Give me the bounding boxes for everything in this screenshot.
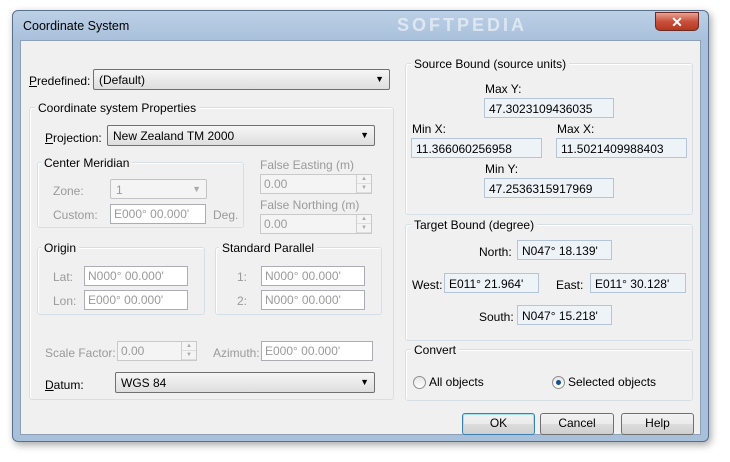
chevron-down-icon: ▼ [360, 130, 369, 140]
convert-title: Convert [411, 343, 460, 357]
lat-value: N000° 00.000' [88, 269, 164, 283]
parallel1-field[interactable]: N000° 00.000' [261, 266, 365, 286]
west-value: E011° 21.964' [449, 277, 524, 291]
azimuth-field[interactable]: E000° 00.000' [261, 341, 373, 361]
origin-title: Origin [41, 241, 80, 255]
radio-selected-icon [556, 380, 561, 385]
false-northing-value: 0.00 [264, 217, 288, 231]
lat-field[interactable]: N000° 00.000' [84, 266, 188, 286]
chevron-down-icon: ▼ [360, 377, 369, 387]
selected-objects-label[interactable]: Selected objects [568, 375, 656, 389]
lon-label: Lon: [53, 294, 77, 308]
projection-label: Projection: [45, 131, 102, 145]
min-y-label: Min Y: [485, 162, 519, 176]
east-field: E011° 30.128' [590, 273, 686, 293]
datum-label: Datum: [45, 378, 84, 392]
max-x-field: 11.5021409988403 [556, 138, 687, 158]
north-label: North: [479, 245, 512, 259]
custom-meridian-value: E000° 00.000' [114, 207, 190, 221]
false-easting-label: False Easting (m) [260, 158, 355, 172]
watermark: SOFTPEDIA [397, 15, 528, 35]
center-meridian-title: Center Meridian [41, 156, 133, 170]
false-easting-field[interactable]: 0.00 ▲ ▼ [260, 174, 372, 194]
parallel1-value: N000° 00.000' [265, 269, 341, 283]
title-bar[interactable]: Coordinate System SOFTPEDIA ✕ [13, 11, 708, 39]
max-y-value: 47.3023109436035 [489, 102, 593, 116]
chevron-down-icon: ▼ [375, 74, 384, 84]
scale-factor-value: 0.00 [121, 344, 145, 358]
projection-combo[interactable]: New Zealand TM 2000 ▼ [107, 125, 375, 146]
north-value: N047° 18.139' [522, 244, 598, 258]
west-label: West: [412, 278, 443, 292]
all-objects-label[interactable]: All objects [429, 375, 484, 389]
target-bound-title: Target Bound (degree) [411, 218, 538, 232]
north-field: N047° 18.139' [517, 240, 612, 260]
window-title: Coordinate System [23, 19, 130, 33]
false-northing-label: False Northing (m) [260, 198, 360, 212]
parallel2-field[interactable]: N000° 00.000' [261, 290, 365, 310]
source-bound-title: Source Bound (source units) [411, 57, 570, 71]
scale-factor-label: Scale Factor: [45, 346, 116, 360]
false-northing-spinner[interactable]: ▲ ▼ [356, 215, 371, 233]
scale-factor-field[interactable]: 0.00 ▲ ▼ [117, 341, 197, 361]
min-y-field: 47.2536315917969 [484, 178, 614, 198]
close-icon: ✕ [671, 14, 683, 30]
csp-group-title: Coordinate system Properties [35, 101, 200, 115]
west-field: E011° 21.964' [444, 273, 539, 293]
deg-unit-label: Deg. [213, 208, 239, 222]
dialog-client: Predefined: (Default) ▼ Coordinate syste… [20, 40, 701, 435]
east-value: E011° 30.128' [595, 277, 670, 291]
selected-objects-radio[interactable] [552, 376, 565, 389]
close-button[interactable]: ✕ [655, 12, 699, 31]
parallel2-label: 2: [237, 294, 248, 308]
max-y-field: 47.3023109436035 [484, 98, 614, 118]
standard-parallel-title: Standard Parallel [219, 241, 318, 255]
min-x-field: 11.366060256958 [411, 138, 542, 158]
max-y-label: Max Y: [485, 82, 522, 96]
lat-label: Lat: [53, 270, 74, 284]
help-button[interactable]: Help [621, 413, 694, 435]
south-label: South: [479, 310, 514, 324]
min-y-value: 47.2536315917969 [489, 182, 593, 196]
all-objects-radio[interactable] [413, 376, 426, 389]
predefined-combo[interactable]: (Default) ▼ [93, 69, 390, 90]
predefined-value: (Default) [99, 73, 146, 87]
dialog-window: Coordinate System SOFTPEDIA ✕ Predefined… [12, 10, 709, 442]
false-easting-spinner[interactable]: ▲ ▼ [356, 175, 371, 193]
zone-label: Zone: [53, 184, 84, 198]
south-field: N047° 15.218' [517, 305, 612, 325]
zone-value: 1 [116, 183, 123, 197]
azimuth-label: Azimuth: [213, 346, 260, 360]
custom-meridian-field[interactable]: E000° 00.000' [110, 204, 206, 224]
east-label: East: [556, 278, 584, 292]
cancel-button[interactable]: Cancel [540, 413, 614, 435]
min-x-value: 11.366060256958 [416, 142, 512, 156]
false-easting-value: 0.00 [264, 177, 288, 191]
min-x-label: Min X: [412, 122, 447, 136]
lon-field[interactable]: E000° 00.000' [84, 290, 188, 310]
south-value: N047° 15.218' [522, 309, 598, 323]
scale-factor-spinner[interactable]: ▲ ▼ [181, 342, 196, 360]
datum-combo[interactable]: WGS 84 ▼ [115, 372, 375, 393]
datum-value: WGS 84 [121, 376, 167, 390]
custom-label: Custom: [53, 208, 98, 222]
ok-button[interactable]: OK [462, 413, 535, 435]
parallel1-label: 1: [237, 270, 248, 284]
predefined-label-rest: redefined: [37, 74, 91, 88]
max-x-label: Max X: [557, 122, 595, 136]
zone-combo[interactable]: 1 ▼ [110, 179, 207, 199]
chevron-down-icon: ▼ [192, 184, 201, 194]
predefined-label: Predefined: [29, 74, 91, 88]
max-x-value: 11.5021409988403 [561, 142, 664, 156]
azimuth-value: E000° 00.000' [265, 344, 341, 358]
projection-value: New Zealand TM 2000 [113, 129, 235, 143]
parallel2-value: N000° 00.000' [265, 293, 341, 307]
lon-value: E000° 00.000' [88, 293, 164, 307]
false-northing-field[interactable]: 0.00 ▲ ▼ [260, 214, 372, 234]
